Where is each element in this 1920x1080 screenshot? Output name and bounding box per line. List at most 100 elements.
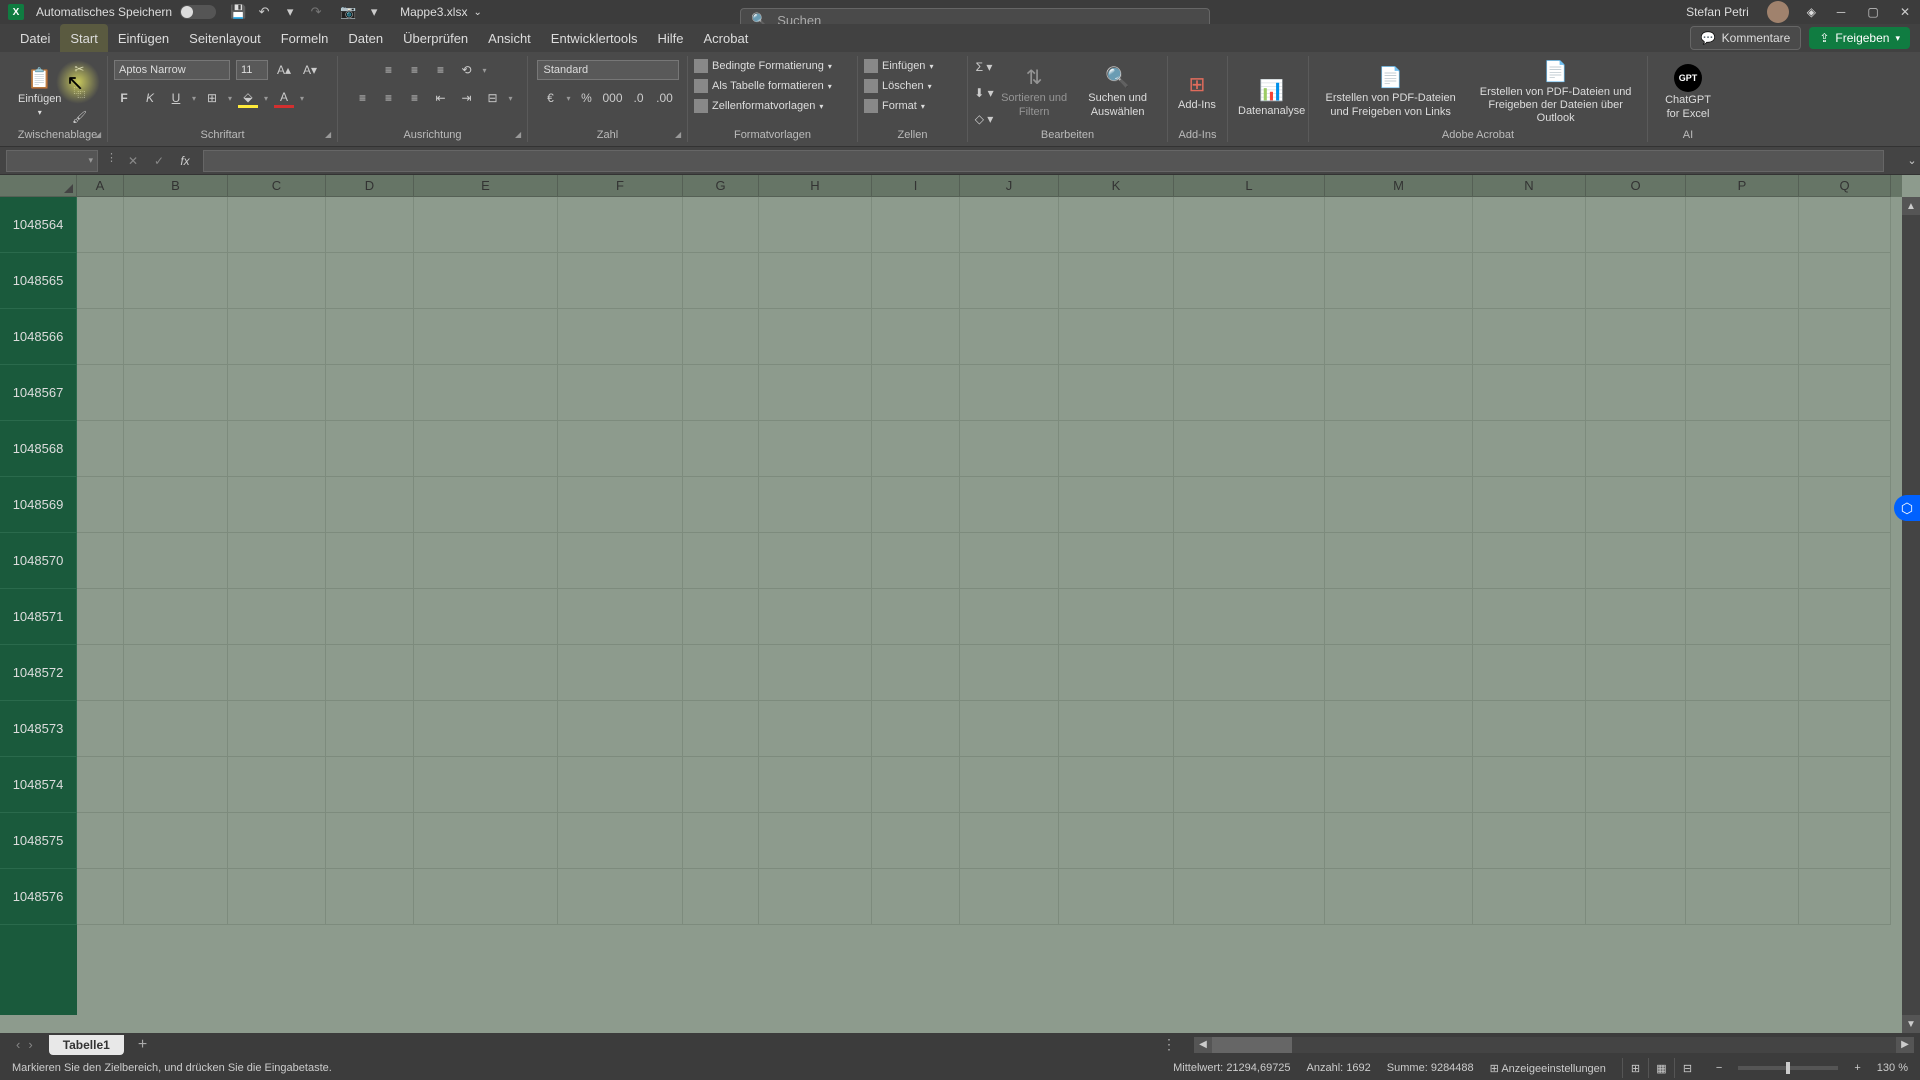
font-color-icon[interactable]: A (274, 88, 294, 108)
add-sheet-button[interactable]: + (124, 1036, 161, 1054)
row-header[interactable]: 1048570 (0, 533, 77, 589)
zoom-out-icon[interactable]: − (1716, 1062, 1722, 1074)
cell[interactable] (759, 757, 872, 813)
cell[interactable] (326, 365, 414, 421)
row-header[interactable]: 1048575 (0, 813, 77, 869)
pdf-link-button[interactable]: 📄 Erstellen von PDF-Dateien und Freigebe… (1315, 64, 1466, 120)
user-avatar[interactable] (1767, 1, 1789, 23)
cell[interactable] (1686, 309, 1799, 365)
cell[interactable] (1586, 309, 1686, 365)
cell[interactable] (326, 309, 414, 365)
increase-font-icon[interactable]: A▴ (274, 60, 294, 80)
cell[interactable] (960, 533, 1059, 589)
cell[interactable] (1799, 589, 1891, 645)
bold-button[interactable]: F (114, 88, 134, 108)
tab-überprüfen[interactable]: Überprüfen (393, 24, 478, 52)
minimize-button[interactable]: ─ (1834, 5, 1848, 19)
fill-color-icon[interactable]: ⬙ (238, 88, 258, 108)
cell[interactable] (124, 309, 228, 365)
scroll-down-icon[interactable]: ▼ (1902, 1015, 1920, 1033)
horizontal-scrollbar[interactable]: ◀ ▶ (1194, 1037, 1914, 1053)
cell[interactable] (558, 869, 683, 925)
column-header[interactable]: D (326, 175, 414, 197)
cell[interactable] (1174, 757, 1325, 813)
cell[interactable] (1473, 813, 1586, 869)
cell[interactable] (124, 477, 228, 533)
tab-formeln[interactable]: Formeln (271, 24, 339, 52)
format-table-button[interactable]: Als Tabelle formatieren▾ (694, 78, 832, 94)
cell[interactable] (1799, 309, 1891, 365)
column-header[interactable]: Q (1799, 175, 1891, 197)
underline-button[interactable]: U (166, 88, 186, 108)
decrease-font-icon[interactable]: A▾ (300, 60, 320, 80)
cell[interactable] (872, 421, 960, 477)
cell[interactable] (872, 533, 960, 589)
tab-ansicht[interactable]: Ansicht (478, 24, 541, 52)
cell[interactable] (558, 757, 683, 813)
cell[interactable] (1799, 365, 1891, 421)
cell[interactable] (683, 421, 759, 477)
cell[interactable] (124, 197, 228, 253)
cell[interactable] (683, 197, 759, 253)
row-header[interactable]: 1048576 (0, 869, 77, 925)
cell[interactable] (1686, 421, 1799, 477)
currency-icon[interactable]: € (540, 88, 560, 108)
cell[interactable] (1059, 869, 1174, 925)
cell[interactable] (1686, 813, 1799, 869)
cell[interactable] (1686, 645, 1799, 701)
cell[interactable] (1325, 869, 1473, 925)
cell[interactable] (1059, 645, 1174, 701)
cell[interactable] (1473, 253, 1586, 309)
cell[interactable] (1686, 477, 1799, 533)
cell[interactable] (1586, 701, 1686, 757)
cell[interactable] (228, 645, 326, 701)
cell[interactable] (326, 533, 414, 589)
cell[interactable] (1059, 421, 1174, 477)
cell[interactable] (872, 645, 960, 701)
column-header[interactable]: H (759, 175, 872, 197)
cell[interactable] (1686, 589, 1799, 645)
cell[interactable] (1473, 421, 1586, 477)
scroll-left-icon[interactable]: ◀ (1194, 1037, 1212, 1053)
expand-formula-bar-icon[interactable]: ⌄ (1904, 154, 1920, 167)
cell[interactable] (872, 701, 960, 757)
row-header[interactable]: 1048569 (0, 477, 77, 533)
cell[interactable] (1325, 757, 1473, 813)
conditional-format-button[interactable]: Bedingte Formatierung▾ (694, 58, 832, 74)
camera-icon[interactable]: 📷 (340, 4, 356, 20)
cell[interactable] (228, 533, 326, 589)
cell[interactable] (1473, 757, 1586, 813)
display-settings-button[interactable]: ⊞ Anzeigeeinstellungen (1490, 1062, 1606, 1075)
tab-entwicklertools[interactable]: Entwicklertools (541, 24, 648, 52)
align-right-icon[interactable]: ≡ (404, 88, 424, 108)
cell[interactable] (77, 589, 124, 645)
cell[interactable] (558, 701, 683, 757)
cell[interactable] (1174, 253, 1325, 309)
increase-decimal-icon[interactable]: .0 (629, 88, 649, 108)
normal-view-icon[interactable]: ⊞ (1622, 1058, 1648, 1078)
page-break-view-icon[interactable]: ⊟ (1674, 1058, 1700, 1078)
clear-icon[interactable]: ◇ ▾ (974, 109, 994, 129)
cell[interactable] (1059, 197, 1174, 253)
zoom-level[interactable]: 130 % (1877, 1062, 1908, 1074)
cell[interactable] (228, 701, 326, 757)
cell[interactable] (960, 645, 1059, 701)
cell[interactable] (872, 589, 960, 645)
cell[interactable] (1174, 197, 1325, 253)
cell[interactable] (872, 757, 960, 813)
cell[interactable] (228, 869, 326, 925)
cell[interactable] (414, 869, 558, 925)
cell[interactable] (1686, 365, 1799, 421)
cell[interactable] (1799, 701, 1891, 757)
insert-cells-button[interactable]: Einfügen▾ (864, 58, 933, 74)
cell[interactable] (77, 701, 124, 757)
cell[interactable] (1059, 365, 1174, 421)
clipboard-launcher[interactable]: ◢ (95, 130, 105, 140)
cell[interactable] (414, 309, 558, 365)
comments-button[interactable]: 💬 Kommentare (1690, 26, 1802, 50)
cell[interactable] (683, 533, 759, 589)
cell[interactable] (1174, 645, 1325, 701)
formula-input[interactable] (203, 150, 1884, 172)
cell[interactable] (683, 645, 759, 701)
cell[interactable] (1586, 197, 1686, 253)
